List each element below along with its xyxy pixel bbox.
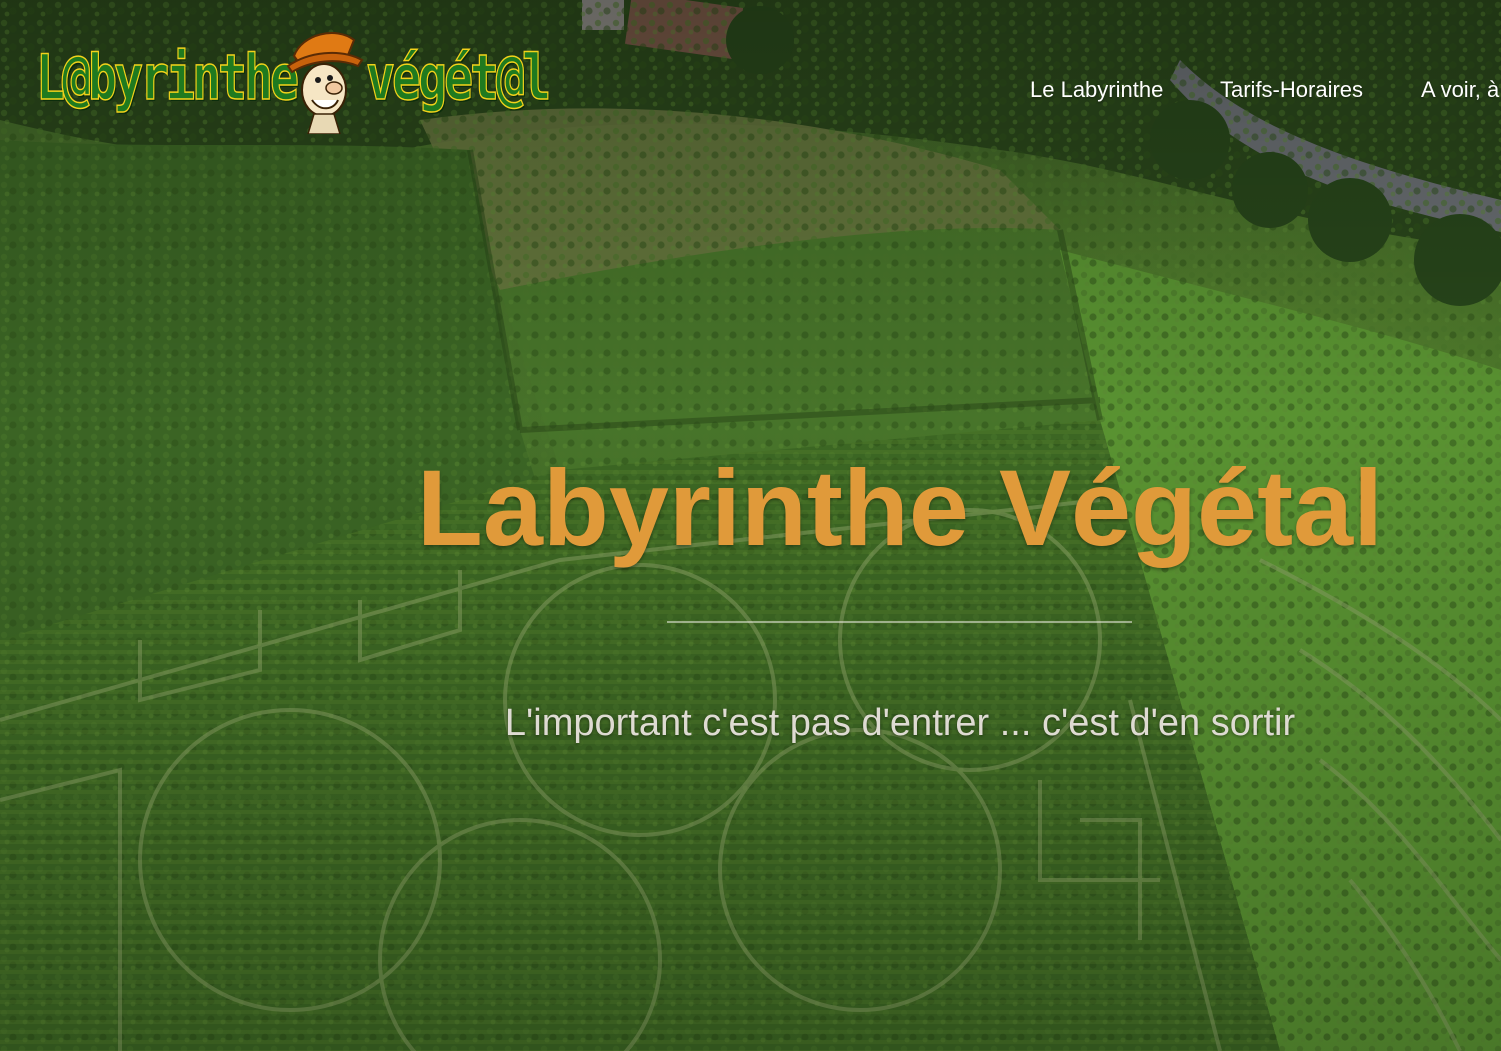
cartoon-explorer-mascot-icon [286, 32, 364, 134]
hero-title: Labyrinthe Végétal [416, 447, 1384, 568]
nav-item-tarifs-horaires[interactable]: Tarifs-Horaires [1220, 75, 1363, 105]
nav-item-a-voir[interactable]: A voir, à [1421, 75, 1499, 105]
logo-text-left: L@byrinthe [35, 41, 299, 115]
hero-divider [667, 621, 1132, 623]
logo-text-right: végét@l [365, 41, 551, 115]
hero-subtitle: L'important c'est pas d'entrer ... c'est… [504, 702, 1296, 744]
nav-item-le-labyrinthe[interactable]: Le Labyrinthe [1030, 75, 1163, 105]
site-logo[interactable]: L@byrinthe végét@l [35, 26, 552, 136]
